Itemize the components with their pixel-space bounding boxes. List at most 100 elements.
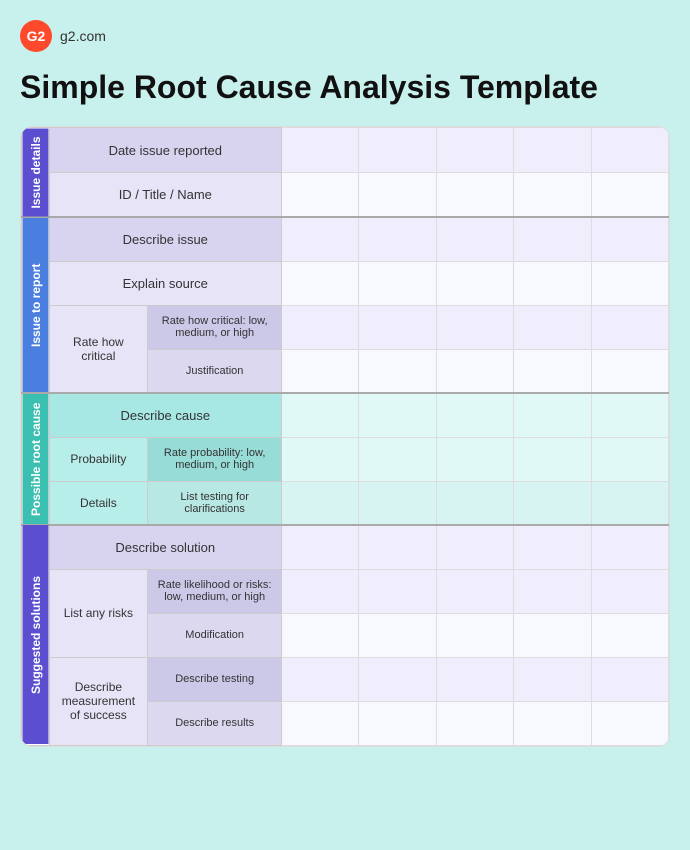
data-cell[interactable] — [359, 393, 436, 437]
data-cell[interactable] — [282, 701, 359, 745]
data-cell[interactable] — [514, 569, 591, 613]
data-cell[interactable] — [436, 128, 513, 173]
field-id-title-name: ID / Title / Name — [49, 173, 282, 218]
data-cell[interactable] — [514, 481, 591, 525]
field-describe-cause: Describe cause — [49, 393, 282, 437]
row-label-describe-measurement: Describe measurement of success — [49, 657, 148, 745]
page-title: Simple Root Cause Analysis Template — [20, 68, 670, 106]
row-label-probability: Probability — [49, 437, 148, 481]
data-cell[interactable] — [514, 261, 591, 305]
row-label-rate-critical: Rate how critical — [49, 305, 148, 393]
data-cell[interactable] — [282, 173, 359, 218]
data-cell[interactable] — [514, 657, 591, 701]
data-cell[interactable] — [282, 393, 359, 437]
data-cell[interactable] — [282, 525, 359, 569]
data-cell[interactable] — [591, 217, 668, 261]
data-cell[interactable] — [359, 349, 436, 393]
data-cell[interactable] — [282, 349, 359, 393]
data-cell[interactable] — [436, 525, 513, 569]
data-cell[interactable] — [591, 437, 668, 481]
data-cell[interactable] — [591, 657, 668, 701]
data-cell[interactable] — [359, 613, 436, 657]
data-cell[interactable] — [514, 217, 591, 261]
data-cell[interactable] — [591, 261, 668, 305]
data-cell[interactable] — [282, 217, 359, 261]
issue-to-report-section: Issue to report Describe issue Explain s… — [22, 217, 669, 393]
data-cell[interactable] — [591, 701, 668, 745]
table-row: ID / Title / Name — [22, 173, 669, 218]
data-cell[interactable] — [514, 437, 591, 481]
section-label-issue-details: Issue details — [22, 128, 50, 218]
data-cell[interactable] — [514, 349, 591, 393]
g2-logo: G2 — [20, 20, 52, 52]
data-cell[interactable] — [514, 525, 591, 569]
data-cell[interactable] — [514, 173, 591, 218]
data-cell[interactable] — [282, 128, 359, 173]
field-explain-source: Explain source — [49, 261, 282, 305]
field-describe-issue: Describe issue — [49, 217, 282, 261]
data-cell[interactable] — [514, 305, 591, 349]
section-label-root-cause: Possible root cause — [22, 393, 50, 525]
data-cell[interactable] — [359, 305, 436, 349]
data-cell[interactable] — [282, 261, 359, 305]
table-row: Suggested solutions Describe solution — [22, 525, 669, 569]
data-cell[interactable] — [436, 701, 513, 745]
data-cell[interactable] — [436, 437, 513, 481]
root-cause-section: Possible root cause Describe cause Proba… — [22, 393, 669, 525]
data-cell[interactable] — [359, 217, 436, 261]
data-cell[interactable] — [436, 481, 513, 525]
data-cell[interactable] — [359, 525, 436, 569]
data-cell[interactable] — [591, 525, 668, 569]
data-cell[interactable] — [514, 701, 591, 745]
data-cell[interactable] — [514, 613, 591, 657]
data-cell[interactable] — [436, 569, 513, 613]
data-cell[interactable] — [359, 261, 436, 305]
data-cell[interactable] — [359, 569, 436, 613]
data-cell[interactable] — [282, 569, 359, 613]
data-cell[interactable] — [359, 173, 436, 218]
data-cell[interactable] — [436, 613, 513, 657]
table-row: Probability Rate probability: low, mediu… — [22, 437, 669, 481]
data-cell[interactable] — [591, 305, 668, 349]
data-cell[interactable] — [436, 173, 513, 218]
data-cell[interactable] — [436, 657, 513, 701]
row-label-details: Details — [49, 481, 148, 525]
data-cell[interactable] — [359, 437, 436, 481]
data-cell[interactable] — [282, 437, 359, 481]
data-cell[interactable] — [591, 569, 668, 613]
table-row: Details List testing for clarifications — [22, 481, 669, 525]
table-row: Possible root cause Describe cause — [22, 393, 669, 437]
data-cell[interactable] — [282, 481, 359, 525]
data-cell[interactable] — [282, 657, 359, 701]
data-cell[interactable] — [514, 393, 591, 437]
data-cell[interactable] — [436, 305, 513, 349]
data-cell[interactable] — [436, 217, 513, 261]
table-row: Issue details Date issue reported — [22, 128, 669, 173]
data-cell[interactable] — [436, 349, 513, 393]
data-cell[interactable] — [591, 481, 668, 525]
data-cell[interactable] — [591, 128, 668, 173]
data-cell[interactable] — [359, 701, 436, 745]
data-cell[interactable] — [514, 128, 591, 173]
field-date-issue-reported: Date issue reported — [49, 128, 282, 173]
data-cell[interactable] — [591, 349, 668, 393]
data-cell[interactable] — [436, 393, 513, 437]
row-label-list-risks: List any risks — [49, 569, 148, 657]
table-row: List any risks Rate likelihood or risks:… — [22, 569, 669, 613]
data-cell[interactable] — [591, 173, 668, 218]
data-cell[interactable] — [591, 613, 668, 657]
data-cell[interactable] — [359, 128, 436, 173]
sub-field-rate-likelihood: Rate likelihood or risks: low, medium, o… — [148, 569, 282, 613]
sub-field-justification: Justification — [148, 349, 282, 393]
table-row: Issue to report Describe issue — [22, 217, 669, 261]
data-cell[interactable] — [282, 613, 359, 657]
data-cell[interactable] — [282, 305, 359, 349]
data-cell[interactable] — [359, 481, 436, 525]
data-cell[interactable] — [436, 261, 513, 305]
table-row: Describe measurement of success Describe… — [22, 657, 669, 701]
field-describe-solution: Describe solution — [49, 525, 282, 569]
data-cell[interactable] — [591, 393, 668, 437]
analysis-table: Issue details Date issue reported ID / T… — [21, 127, 669, 746]
data-cell[interactable] — [359, 657, 436, 701]
section-label-solutions: Suggested solutions — [22, 525, 50, 745]
